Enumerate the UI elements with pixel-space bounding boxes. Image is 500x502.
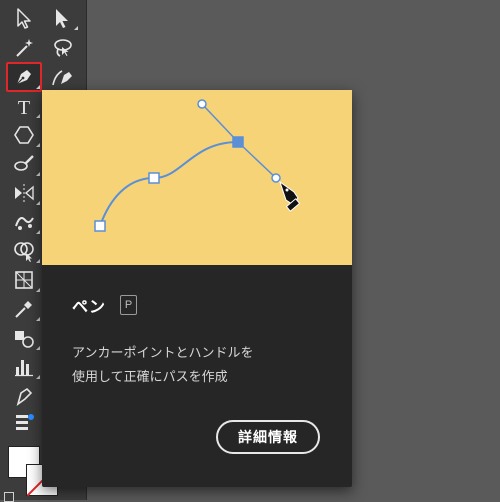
more-tools-icon xyxy=(16,414,34,430)
more-tools-indicator xyxy=(36,259,40,263)
artboard-tool-icon xyxy=(16,387,33,406)
default-colors-button[interactable] xyxy=(4,492,14,502)
pen-tool-rich-tooltip: ペン P アンカーポイントとハンドルを 使用して正確にパスを作成 詳細情報 xyxy=(42,90,352,487)
more-tools-indicator xyxy=(36,143,40,147)
polygon-tool-icon xyxy=(14,126,34,144)
anchor-point xyxy=(148,172,160,184)
handle-point xyxy=(197,99,207,109)
selection-tool-icon xyxy=(17,8,31,29)
eyedropper-tool[interactable] xyxy=(6,294,42,324)
tooltip-title-row: ペン P xyxy=(72,293,138,317)
more-tools-indicator xyxy=(36,201,40,205)
blend-tool[interactable] xyxy=(6,323,42,353)
more-tools-indicator xyxy=(36,317,40,321)
type-tool[interactable]: T xyxy=(6,91,42,121)
more-tools-indicator xyxy=(36,375,40,379)
polygon-tool[interactable] xyxy=(6,120,42,150)
learn-more-button[interactable]: 詳細情報 xyxy=(216,420,320,454)
blend-tool-icon xyxy=(15,331,34,348)
handle-point xyxy=(271,173,281,183)
more-tools-indicator xyxy=(36,85,40,89)
lasso-tool[interactable] xyxy=(44,33,80,63)
puppet-warp-tool-icon xyxy=(15,217,34,230)
anchor-point-selected xyxy=(232,136,244,148)
reflect-tool[interactable] xyxy=(6,178,42,208)
curvature-tool[interactable] xyxy=(44,62,80,92)
pen-path-illustration xyxy=(94,99,301,232)
description-line: アンカーポイントとハンドルを xyxy=(72,346,254,361)
pen-tool[interactable] xyxy=(6,62,42,92)
type-tool-icon: T xyxy=(18,97,30,119)
more-tools-indicator xyxy=(36,346,40,350)
edit-toolbar-button[interactable] xyxy=(6,408,42,438)
perspective-grid-tool[interactable] xyxy=(6,265,42,295)
shape-builder-tool[interactable] xyxy=(6,236,42,266)
lasso-tool-icon xyxy=(54,39,72,57)
description-line: 使用して正確にパスを作成 xyxy=(72,370,228,385)
magic-wand-tool-icon xyxy=(16,39,33,57)
svg-text:T: T xyxy=(18,97,30,119)
tooltip-preview-image xyxy=(42,90,352,265)
artboard-tool[interactable] xyxy=(6,381,42,411)
more-tools-indicator xyxy=(36,114,40,118)
pen-cursor-icon xyxy=(279,180,301,212)
direct-selection-tool[interactable] xyxy=(44,3,80,33)
puppet-warp-tool[interactable] xyxy=(6,207,42,237)
direct-selection-tool-icon xyxy=(56,9,68,28)
eyedropper-tool-icon xyxy=(15,301,32,318)
shape-builder-tool-icon xyxy=(14,242,34,262)
shortcut-key-badge: P xyxy=(120,295,138,315)
column-graph-tool[interactable] xyxy=(6,352,42,382)
tooltip-title: ペン xyxy=(72,297,107,316)
anchor-point xyxy=(94,220,106,232)
selection-tool[interactable] xyxy=(6,3,42,33)
reflect-tool-icon xyxy=(15,184,34,202)
more-tools-indicator xyxy=(36,288,40,292)
perspective-grid-tool-icon xyxy=(15,271,33,289)
column-graph-tool-icon xyxy=(15,360,33,377)
more-tools-indicator xyxy=(74,26,78,30)
more-tools-indicator xyxy=(36,230,40,234)
paintbrush-tool[interactable] xyxy=(6,149,42,179)
paintbrush-tool-icon xyxy=(14,155,34,171)
curvature-tool-icon xyxy=(52,70,72,86)
tooltip-description: アンカーポイントとハンドルを 使用して正確にパスを作成 xyxy=(72,342,332,390)
magic-wand-tool[interactable] xyxy=(6,33,42,63)
more-tools-indicator xyxy=(36,172,40,176)
pen-tool-icon xyxy=(15,70,31,86)
